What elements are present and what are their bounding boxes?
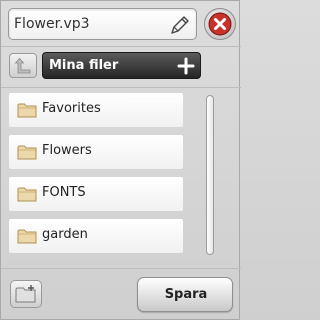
new-folder-icon xyxy=(15,285,36,303)
folder-icon xyxy=(17,187,37,202)
divider xyxy=(1,87,241,88)
list-item[interactable]: FONTS xyxy=(9,177,183,211)
item-label: Flowers xyxy=(42,143,92,158)
folder-selector[interactable]: Mina filer xyxy=(42,52,201,79)
new-folder-button[interactable] xyxy=(10,280,42,308)
up-folder-button[interactable] xyxy=(9,53,37,78)
save-button[interactable]: Spara xyxy=(137,277,233,312)
folder-icon xyxy=(17,103,37,118)
list-item[interactable]: Favorites xyxy=(9,93,183,127)
divider xyxy=(1,268,241,269)
divider xyxy=(1,46,241,47)
plus-icon xyxy=(177,57,195,75)
file-save-dialog: Flower.vp3 Mina filer Favorites Flowers … xyxy=(0,0,241,320)
filename-text: Flower.vp3 xyxy=(14,16,90,32)
close-button[interactable] xyxy=(204,8,236,40)
item-label: garden xyxy=(42,227,88,242)
folder-icon xyxy=(17,229,37,244)
save-label: Spara xyxy=(164,287,208,302)
filename-field[interactable]: Flower.vp3 xyxy=(8,8,197,40)
scrollbar[interactable] xyxy=(206,95,214,255)
item-label: FONTS xyxy=(42,185,86,200)
top-bar: Flower.vp3 xyxy=(4,5,238,43)
folder-icon xyxy=(17,145,37,160)
file-list: Favorites Flowers FONTS garden xyxy=(9,91,191,261)
item-label: Favorites xyxy=(42,101,101,116)
list-item[interactable]: Flowers xyxy=(9,135,183,169)
folder-selector-label: Mina filer xyxy=(49,58,119,73)
list-item[interactable]: garden xyxy=(9,219,183,253)
close-icon xyxy=(208,12,232,36)
up-arrow-icon xyxy=(14,57,31,74)
pencil-icon[interactable] xyxy=(168,13,192,37)
